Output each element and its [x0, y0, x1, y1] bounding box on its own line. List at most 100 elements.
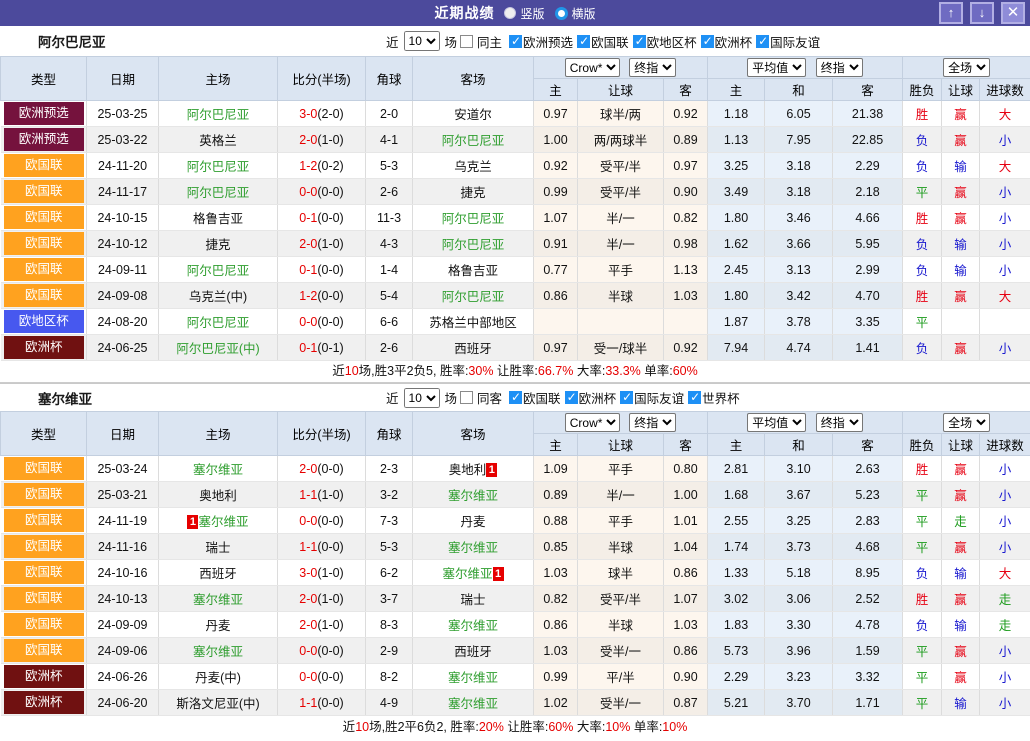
- match-count-select[interactable]: 10: [404, 388, 440, 408]
- radio-horizontal-icon[interactable]: [555, 7, 568, 20]
- average-dropdown-group: 平均值 终指: [708, 57, 903, 79]
- average-time-select[interactable]: 终指: [816, 413, 863, 432]
- team-link[interactable]: 塞尔维亚: [193, 463, 243, 477]
- crow-handicap-cell: 平手: [578, 456, 664, 482]
- team-link[interactable]: 阿尔巴尼亚: [187, 316, 250, 330]
- team-link[interactable]: 塞尔维亚: [448, 541, 498, 555]
- team-link[interactable]: 塞尔维亚: [442, 567, 492, 581]
- league-checkbox[interactable]: [577, 35, 590, 48]
- avg-draw-odds-cell: 3.78: [765, 309, 833, 335]
- odds-time-select[interactable]: 终指: [629, 413, 676, 432]
- radio-vertical-layout[interactable]: 竖版: [504, 5, 544, 22]
- league-checkbox[interactable]: [509, 391, 522, 404]
- team-link[interactable]: 阿尔巴尼亚: [442, 212, 505, 226]
- league-cell: 欧洲杯: [1, 664, 87, 690]
- same-venue-checkbox[interactable]: [460, 391, 473, 404]
- team-link[interactable]: 塞尔维亚: [198, 515, 248, 529]
- team-link[interactable]: 塞尔维亚: [448, 697, 498, 711]
- date-cell: 24-06-26: [87, 664, 159, 690]
- team-link: 瑞士: [205, 541, 230, 555]
- filter-recent-label: 近: [386, 32, 399, 51]
- league-checkbox[interactable]: [565, 391, 578, 404]
- crow-handicap-cell: 平手: [578, 257, 664, 283]
- col-header-avg-draw: 和: [765, 434, 833, 456]
- match-count-select[interactable]: 10: [404, 31, 440, 51]
- result-cell: 负: [903, 335, 942, 361]
- crow-away-odds-cell: 0.98: [664, 231, 708, 257]
- league-checkbox[interactable]: [701, 35, 714, 48]
- avg-home-odds-cell: 1.18: [708, 101, 765, 127]
- crow-home-odds-cell: 0.86: [534, 612, 578, 638]
- average-select[interactable]: 平均值: [747, 413, 806, 432]
- league-checkbox[interactable]: [633, 35, 646, 48]
- team-link[interactable]: 塞尔维亚: [193, 593, 243, 607]
- col-header-date: 日期: [87, 412, 159, 456]
- radio-vertical-icon[interactable]: [504, 7, 516, 19]
- summary-text: 大率:: [573, 720, 605, 734]
- crow-away-odds-cell: 1.04: [664, 534, 708, 560]
- corners-cell: 2-0: [366, 101, 413, 127]
- league-checkbox[interactable]: [756, 35, 769, 48]
- team-link[interactable]: 塞尔维亚: [448, 619, 498, 633]
- league-cell: 欧国联: [1, 205, 87, 231]
- match-row: 欧国联24-11-20阿尔巴尼亚1-2(0-2)5-3乌克兰0.92受平/半0.…: [1, 153, 1030, 179]
- team-link: 西班牙: [454, 342, 492, 356]
- move-down-button[interactable]: ↓: [970, 2, 994, 24]
- corners-cell: 2-6: [366, 335, 413, 361]
- team-link[interactable]: 阿尔巴尼亚: [187, 186, 250, 200]
- crow-away-odds-cell: 1.01: [664, 508, 708, 534]
- avg-draw-odds-cell: 3.13: [765, 257, 833, 283]
- result-cell: 平: [903, 638, 942, 664]
- home-team-cell: 阿尔巴尼亚: [159, 101, 278, 127]
- close-button[interactable]: ✕: [1001, 2, 1025, 24]
- avg-draw-odds-cell: 3.46: [765, 205, 833, 231]
- team-link[interactable]: 阿尔巴尼亚: [187, 264, 250, 278]
- team-link[interactable]: 阿尔巴尼亚: [187, 108, 250, 122]
- score-cell: 1-1(0-0): [278, 690, 366, 716]
- move-up-button[interactable]: ↑: [939, 2, 963, 24]
- team-link[interactable]: 阿尔巴尼亚: [442, 134, 505, 148]
- fulltime-score: 0-0: [299, 514, 317, 528]
- crow-home-odds-cell: 0.82: [534, 586, 578, 612]
- halftime-score: (0-0): [317, 644, 343, 658]
- league-checkbox[interactable]: [688, 391, 701, 404]
- average-time-select[interactable]: 终指: [816, 58, 863, 77]
- filter-matches-label: 场: [445, 32, 458, 51]
- col-header-score: 比分(半场): [278, 412, 366, 456]
- team-link[interactable]: 塞尔维亚: [448, 671, 498, 685]
- fulltime-score: 3-0: [299, 566, 317, 580]
- team-link[interactable]: 阿尔巴尼亚: [442, 238, 505, 252]
- handicap-result-cell: 输: [942, 612, 980, 638]
- odds-time-select[interactable]: 终指: [629, 58, 676, 77]
- radio-horizontal-layout[interactable]: 横版: [555, 5, 596, 22]
- avg-home-odds-cell: 5.73: [708, 638, 765, 664]
- crow-away-odds-cell: 0.92: [664, 101, 708, 127]
- col-header-avg-draw: 和: [765, 79, 833, 101]
- league-badge: 欧地区杯: [4, 310, 85, 333]
- fulltime-select[interactable]: 全场: [943, 413, 990, 432]
- team-link[interactable]: 阿尔巴尼亚: [442, 290, 505, 304]
- team-link: 丹麦: [205, 619, 230, 633]
- halftime-score: (1-0): [317, 618, 343, 632]
- summary-text: 大率:: [573, 364, 605, 378]
- team-link[interactable]: 塞尔维亚: [448, 489, 498, 503]
- league-checkbox[interactable]: [509, 35, 522, 48]
- fulltime-score: 2-0: [299, 618, 317, 632]
- average-select[interactable]: 平均值: [747, 58, 806, 77]
- bookmaker-select[interactable]: Crow*: [565, 58, 620, 77]
- match-row: 欧国联24-10-15格鲁吉亚0-1(0-0)11-3阿尔巴尼亚1.07半/一0…: [1, 205, 1030, 231]
- team-link[interactable]: 阿尔巴尼亚(中): [176, 342, 259, 356]
- league-cell: 欧国联: [1, 257, 87, 283]
- team-link[interactable]: 塞尔维亚: [193, 645, 243, 659]
- same-venue-checkbox[interactable]: [460, 35, 473, 48]
- handicap-result-cell: 走: [942, 508, 980, 534]
- bookmaker-select[interactable]: Crow*: [565, 413, 620, 432]
- crow-home-odds-cell: 0.97: [534, 101, 578, 127]
- fulltime-select[interactable]: 全场: [943, 58, 990, 77]
- team-link: 奥地利: [449, 463, 487, 477]
- league-checkbox[interactable]: [620, 391, 633, 404]
- away-team-cell: 丹麦: [413, 508, 534, 534]
- team-link: 西班牙: [454, 645, 492, 659]
- match-row: 欧国联24-10-12捷克2-0(1-0)4-3阿尔巴尼亚0.91半/一0.98…: [1, 231, 1030, 257]
- team-link[interactable]: 阿尔巴尼亚: [187, 160, 250, 174]
